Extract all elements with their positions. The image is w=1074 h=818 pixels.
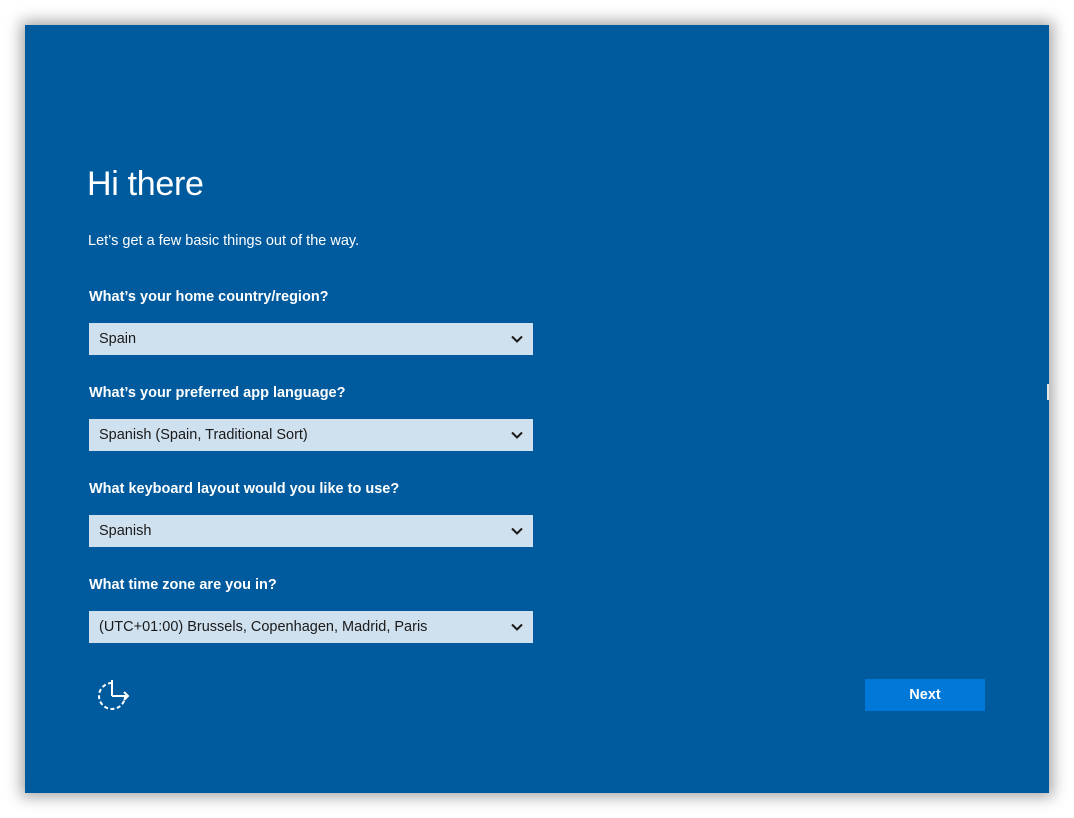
page-title: Hi there: [87, 165, 204, 203]
country-region-label: What’s your home country/region?: [89, 289, 329, 305]
next-button[interactable]: Next: [865, 679, 985, 711]
time-zone-dropdown[interactable]: (UTC+01:00) Brussels, Copenhagen, Madrid…: [89, 611, 533, 643]
setup-window: Hi there Let’s get a few basic things ou…: [25, 25, 1049, 793]
app-language-label: What’s your preferred app language?: [89, 385, 346, 401]
app-language-value: Spanish (Spain, Traditional Sort): [99, 427, 308, 443]
country-region-value: Spain: [99, 331, 137, 347]
chevron-down-icon: [511, 431, 523, 439]
time-zone-value: (UTC+01:00) Brussels, Copenhagen, Madrid…: [99, 619, 428, 635]
page-subtitle: Let’s get a few basic things out of the …: [88, 233, 360, 249]
keyboard-layout-value: Spanish: [99, 523, 152, 539]
chevron-down-icon: [511, 335, 523, 343]
ease-of-access-icon: [98, 680, 130, 710]
chevron-down-icon: [511, 527, 523, 535]
keyboard-layout-label: What keyboard layout would you like to u…: [89, 481, 400, 497]
country-region-dropdown[interactable]: Spain: [89, 323, 533, 355]
time-zone-label: What time zone are you in?: [89, 577, 277, 593]
app-language-dropdown[interactable]: Spanish (Spain, Traditional Sort): [89, 419, 533, 451]
mouse-cursor: [1047, 384, 1049, 400]
keyboard-layout-dropdown[interactable]: Spanish: [89, 515, 533, 547]
ease-of-access-button[interactable]: [95, 680, 131, 712]
chevron-down-icon: [511, 623, 523, 631]
